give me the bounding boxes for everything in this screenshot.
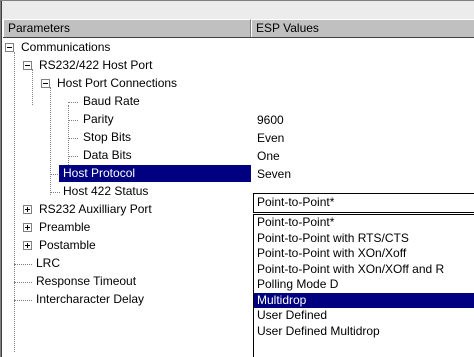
parameter-tree: Communications RS232/422 Host Port Host … bbox=[3, 39, 251, 357]
tree-item-label: RS232/422 Host Port bbox=[39, 58, 153, 72]
tree-item-label: Postamble bbox=[39, 238, 96, 252]
dropdown-option[interactable]: Point-to-Point with XOn/XOff and R bbox=[254, 262, 474, 278]
dropdown-option[interactable]: User Defined bbox=[254, 308, 474, 324]
tree-line bbox=[14, 264, 32, 265]
value-parity[interactable]: Even bbox=[253, 129, 284, 147]
tree-line bbox=[32, 69, 33, 105]
tree-item-label: Parity bbox=[83, 112, 114, 126]
minus-box-icon[interactable] bbox=[41, 79, 50, 88]
dropdown-option[interactable]: Polling Mode D bbox=[254, 277, 474, 293]
plus-box-icon[interactable] bbox=[23, 205, 32, 214]
dropdown-option[interactable]: Point-to-Point with RTS/CTS bbox=[254, 231, 474, 247]
header-esp-values[interactable]: ESP Values bbox=[251, 19, 474, 37]
tree-item-label: Communications bbox=[21, 40, 111, 54]
dropdown-option[interactable]: Point-to-Point with XOn/Xoff bbox=[254, 246, 474, 262]
value-baud-rate[interactable]: 9600 bbox=[253, 111, 284, 129]
tree-line bbox=[68, 156, 78, 157]
tree-item-label: Response Timeout bbox=[36, 274, 137, 288]
tree-item-label: RS232 Auxilliary Port bbox=[39, 202, 152, 216]
tree-line bbox=[68, 120, 78, 121]
tree-item-label: Host Protocol bbox=[59, 165, 251, 182]
plus-box-icon[interactable] bbox=[23, 241, 32, 250]
header-parameters[interactable]: Parameters bbox=[3, 19, 251, 37]
esp-parameters-panel: Parameters ESP Values Communications RS2… bbox=[0, 0, 474, 357]
tree-item-label: LRC bbox=[36, 256, 61, 270]
tree-line bbox=[68, 138, 78, 139]
tree-item-host-protocol[interactable]: Host Protocol bbox=[3, 165, 251, 183]
value-stop-bits[interactable]: One bbox=[253, 147, 280, 165]
dropdown-option[interactable]: Point-to-Point* bbox=[254, 215, 474, 231]
plus-box-icon[interactable] bbox=[23, 223, 32, 232]
tree-item-label: Host Port Connections bbox=[57, 76, 178, 90]
host-protocol-dropdown-list[interactable]: Point-to-Point* Point-to-Point with RTS/… bbox=[253, 214, 474, 357]
tree-line bbox=[14, 300, 32, 301]
tree-item-label: Data Bits bbox=[83, 148, 132, 162]
tree-item-label: Host 422 Status bbox=[63, 184, 149, 198]
tree-line bbox=[50, 192, 60, 193]
dropdown-option-highlighted[interactable]: Multidrop bbox=[254, 292, 474, 308]
tree-item-label: Preamble bbox=[39, 220, 91, 234]
column-header: Parameters ESP Values bbox=[3, 19, 474, 38]
tree-item-label: Baud Rate bbox=[83, 94, 140, 108]
value-data-bits[interactable]: Seven bbox=[253, 165, 291, 183]
tree-item-label: Intercharacter Delay bbox=[36, 292, 145, 306]
tree-line bbox=[14, 52, 15, 352]
host-protocol-select[interactable]: Point-to-Point* bbox=[253, 193, 474, 213]
tree-line bbox=[14, 282, 32, 283]
tree-line bbox=[68, 102, 78, 103]
minus-box-icon[interactable] bbox=[23, 61, 32, 70]
minus-box-icon[interactable] bbox=[5, 43, 14, 52]
tree-item-label: Stop Bits bbox=[83, 130, 132, 144]
window-top-strip bbox=[1, 1, 474, 19]
dropdown-option[interactable]: User Defined Multidrop bbox=[254, 324, 474, 340]
